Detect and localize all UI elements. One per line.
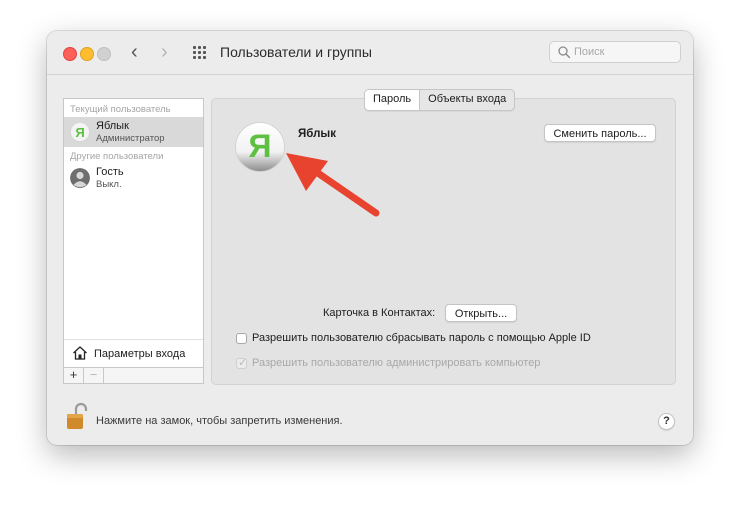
show-all-grid-icon[interactable] (193, 46, 207, 60)
user-role: Выкл. (96, 179, 122, 190)
lock-icon[interactable] (65, 401, 89, 431)
allow-admin-label: Разрешить пользователю администрировать … (252, 357, 541, 369)
change-password-button[interactable]: Сменить пароль... (544, 124, 656, 142)
contacts-card-label: Карточка в Контактах: (323, 307, 436, 319)
close-window-button[interactable] (63, 47, 77, 61)
guest-avatar-icon (70, 168, 90, 188)
system-preferences-window: ‹ › Пользователи и группы Текущий пользо… (47, 31, 693, 445)
current-user-header: Текущий пользователь (70, 104, 171, 115)
user-role: Администратор (96, 133, 165, 144)
sidebar-item-guest[interactable]: Гость Выкл. (64, 163, 203, 193)
tab-password[interactable]: Пароль (365, 90, 421, 110)
user-avatar: Я (70, 122, 90, 142)
minimize-window-button[interactable] (80, 47, 94, 61)
other-users-header: Другие пользователи (70, 151, 164, 162)
forward-chevron-icon[interactable]: › (161, 41, 168, 63)
search-icon (558, 46, 571, 59)
titlebar: ‹ › Пользователи и группы (47, 31, 693, 75)
lock-hint-text: Нажмите на замок, чтобы запретить измене… (96, 415, 343, 427)
open-contact-card-button[interactable]: Открыть... (445, 304, 517, 322)
search-field[interactable] (549, 41, 681, 63)
add-user-button[interactable]: + (64, 368, 84, 383)
user-name: Яблык (96, 120, 129, 132)
svg-text:Я: Я (75, 125, 84, 140)
help-button[interactable]: ? (658, 413, 675, 430)
svg-text:Я: Я (249, 128, 272, 164)
window-title: Пользователи и группы (220, 44, 372, 60)
red-arrow-annotation (286, 153, 380, 217)
reset-with-apple-id-label: Разрешить пользователю сбрасывать пароль… (252, 332, 591, 344)
tab-bar: Пароль Объекты входа (364, 89, 516, 111)
search-input[interactable] (574, 44, 674, 60)
login-options-item[interactable]: Параметры входа (64, 339, 203, 367)
users-sidebar: Текущий пользователь Я Яблык Администрат… (63, 98, 204, 384)
account-avatar[interactable]: Я (235, 122, 285, 172)
tab-login-items[interactable]: Объекты входа (420, 90, 514, 110)
sidebar-item-current-user[interactable]: Я Яблык Администратор (64, 117, 203, 147)
zoom-window-button[interactable] (97, 47, 111, 61)
remove-user-button[interactable]: − (84, 368, 104, 383)
user-name: Гость (96, 166, 124, 178)
login-options-label: Параметры входа (94, 348, 186, 360)
allow-admin-checkbox: ✓ (236, 357, 248, 369)
house-icon (73, 346, 87, 360)
back-chevron-icon[interactable]: ‹ (131, 41, 138, 63)
account-name: Яблык (298, 128, 336, 140)
add-remove-bar: + − (64, 367, 203, 383)
reset-with-apple-id-checkbox[interactable] (236, 333, 247, 344)
checkmark-icon: ✓ (238, 357, 248, 369)
